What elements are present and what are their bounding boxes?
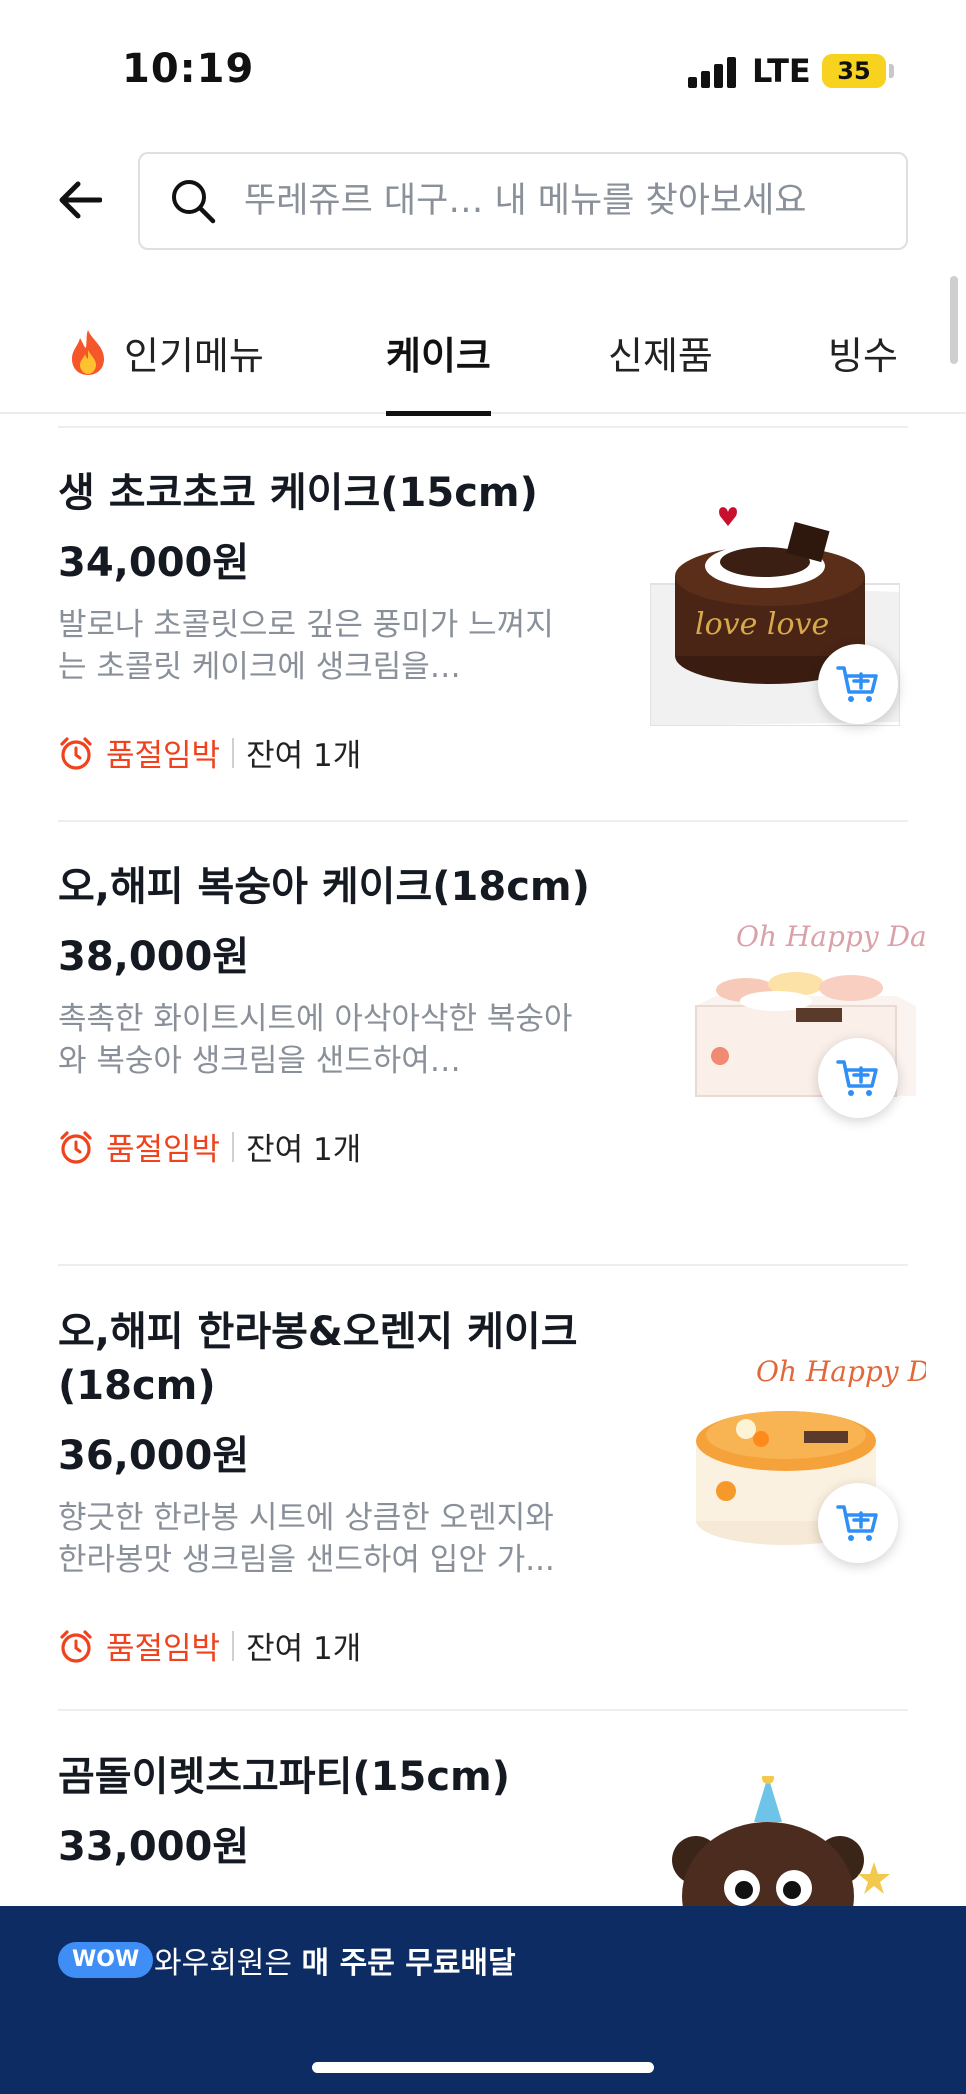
signal-icon (688, 56, 736, 88)
tab-label: 빙수 (828, 333, 898, 378)
item-name: 오,해피 한라봉&오렌지 케이크(18cm) (58, 1309, 578, 1409)
banner-text-bold: 매 주문 무료배달 (301, 1946, 516, 1981)
menu-item-peach-cake[interactable]: 오,해피 복숭아 케이크(18cm) 38,000원 촉촉한 화이트시트에 아삭… (58, 860, 926, 1266)
menu-item-hallabong-cake[interactable]: 오,해피 한라봉&오렌지 케이크(18cm) 36,000원 향긋한 한라봉 시… (58, 1305, 926, 1711)
banner-text-prefix: 와우회원은 (154, 1946, 302, 1981)
menu-item-bear-party-cake[interactable]: 곰돌이렛츠고파티(15cm) 33,000원 (58, 1750, 908, 1970)
item-description: 촉촉한 화이트시트에 아삭아삭한 복숭아와 복숭아 생크림을 샌드하여… (58, 1001, 573, 1079)
divider (58, 1264, 908, 1266)
separator (232, 737, 235, 768)
divider (58, 1709, 908, 1711)
tab-cake[interactable]: 케이크 (386, 290, 491, 416)
add-to-cart-button[interactable] (818, 1483, 898, 1563)
menu-item-choco-cake[interactable]: 생 초코초코 케이크(15cm) 34,000원 발로나 초콜릿으로 깊은 풍미… (58, 466, 908, 822)
tab-popular[interactable]: 인기메뉴 (68, 290, 264, 414)
status-time: 10:19 (122, 46, 255, 92)
stock-count: 잔여 1개 (246, 1132, 362, 1168)
item-description: 발로나 초콜릿으로 깊은 풍미가 느껴지는 초콜릿 케이크에 생크림을… (58, 607, 554, 685)
battery-cap (889, 64, 894, 78)
scrollbar[interactable] (950, 276, 958, 364)
tab-label: 인기메뉴 (124, 333, 264, 378)
separator (232, 1131, 235, 1162)
item-name: 생 초코초코 케이크(15cm) (58, 470, 538, 516)
item-name: 곰돌이렛츠고파티(15cm) (58, 1754, 511, 1800)
add-to-cart-button[interactable] (818, 644, 898, 724)
status-bar: 10:19 LTE 35 (0, 0, 966, 140)
stock-badge: 품절임박 (106, 1631, 221, 1667)
tab-label: 신제품 (608, 333, 713, 378)
search-box[interactable] (138, 152, 908, 250)
wow-badge: WOW (58, 1942, 154, 1978)
alarm-clock-icon (60, 1130, 92, 1164)
alarm-clock-icon (60, 1629, 92, 1663)
tab-bingsu[interactable]: 빙수 (828, 290, 898, 414)
cake-topper-text: love love (695, 607, 829, 642)
category-tabs: 인기메뉴 케이크 신제품 빙수 (0, 290, 966, 416)
banner-text: 와우회원은 매 주문 무료배달 (154, 1938, 516, 1982)
home-indicator[interactable] (312, 2062, 654, 2073)
stock-badge: 품절임박 (106, 1132, 221, 1168)
active-tab-indicator (386, 411, 491, 416)
arrow-left-icon (59, 181, 102, 219)
alarm-clock-icon (60, 736, 92, 770)
stock-count: 잔여 1개 (246, 1631, 362, 1667)
stock-count: 잔여 1개 (246, 738, 362, 774)
item-description: 향긋한 한라봉 시트에 상큼한 오렌지와 한라봉맛 생크림을 샌드하여 입안 가… (58, 1500, 555, 1578)
search-icon (172, 180, 216, 224)
divider (58, 820, 908, 822)
item-name: 오,해피 복숭아 케이크(18cm) (58, 864, 590, 910)
tab-label: 케이크 (386, 333, 491, 378)
add-to-cart-button[interactable] (818, 1038, 898, 1118)
cake-topper-text: Oh Happy Day (756, 1355, 926, 1388)
battery-level: 35 (837, 57, 871, 85)
stock-status: 품절임박 잔여 1개 (58, 1124, 908, 1169)
tab-new[interactable]: 신제품 (608, 290, 713, 414)
cart-plus-icon (836, 666, 878, 702)
separator (232, 1630, 235, 1661)
search-input[interactable] (244, 181, 844, 221)
stock-badge: 품절임박 (106, 738, 221, 774)
cake-topper-text: Oh Happy Day (736, 920, 926, 953)
back-button[interactable] (48, 168, 112, 232)
cart-plus-icon (836, 1060, 878, 1096)
battery-icon: 35 (822, 54, 886, 88)
stock-status: 품절임박 잔여 1개 (58, 1623, 908, 1668)
cart-plus-icon (836, 1505, 878, 1541)
stock-status: 품절임박 잔여 1개 (58, 730, 908, 775)
network-label: LTE (752, 52, 811, 90)
divider (58, 426, 908, 428)
fire-icon (72, 330, 104, 375)
